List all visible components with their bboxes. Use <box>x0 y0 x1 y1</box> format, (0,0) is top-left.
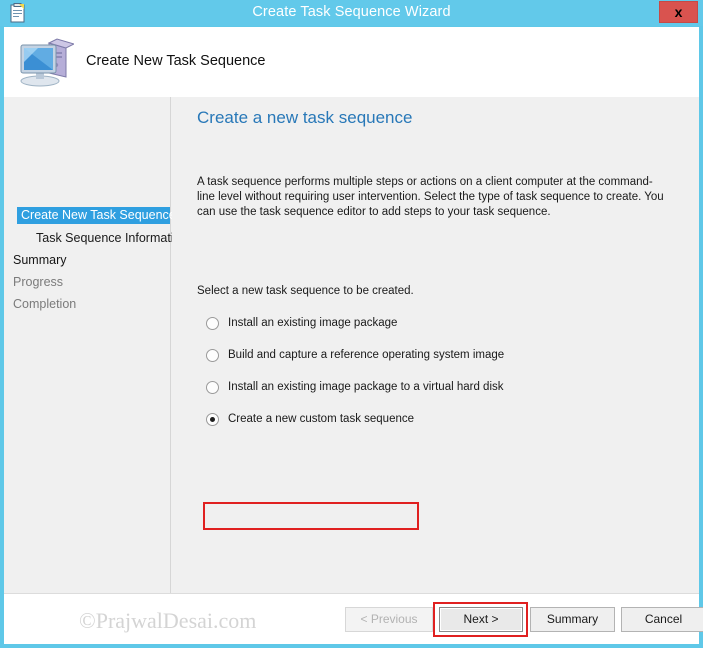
create-task-sequence-wizard-window: Create Task Sequence Wizard x Create New… <box>0 0 703 648</box>
sidebar-item-completion[interactable]: Completion <box>13 297 76 311</box>
sidebar-item-task-sequence-information[interactable]: Task Sequence Informati <box>36 231 174 245</box>
window-title: Create Task Sequence Wizard <box>252 4 451 20</box>
radio-label: Install an existing image package <box>228 317 398 329</box>
sidebar-item-create-new-task-sequence[interactable]: Create New Task Sequence <box>17 207 176 224</box>
next-button[interactable]: Next > <box>439 607 523 632</box>
header-title: Create New Task Sequence <box>86 53 266 69</box>
select-prompt-label: Select a new task sequence to be created… <box>197 285 414 297</box>
wizard-step-sidebar: Create New Task Sequence Task Sequence I… <box>4 97 176 644</box>
radio-build-and-capture-reference-image[interactable]: Build and capture a reference operating … <box>206 345 504 365</box>
radio-mark-icon <box>206 412 219 426</box>
wizard-header: Create New Task Sequence <box>4 27 699 97</box>
radio-create-new-custom-task-sequence[interactable]: Create a new custom task sequence <box>206 409 414 429</box>
watermark: ©PrajwalDesai.com <box>79 608 257 633</box>
radio-install-existing-image-package[interactable]: Install an existing image package <box>206 313 397 333</box>
title-bar: Create Task Sequence Wizard x <box>0 0 703 26</box>
radio-label: Create a new custom task sequence <box>228 413 415 425</box>
wizard-body: Create New Task Sequence Task Sequence I… <box>4 97 703 644</box>
cancel-button[interactable]: Cancel <box>621 607 703 632</box>
computer-icon <box>18 35 76 89</box>
radio-label: Install an existing image package to a v… <box>228 381 504 393</box>
radio-mark-icon <box>206 380 219 394</box>
close-icon[interactable]: x <box>659 1 698 23</box>
summary-button[interactable]: Summary <box>530 607 615 632</box>
wizard-main-pane: Create a new task sequence A task sequen… <box>172 97 699 644</box>
sidebar-item-summary[interactable]: Summary <box>13 253 66 267</box>
radio-install-image-to-virtual-hard-disk[interactable]: Install an existing image package to a v… <box>206 377 504 397</box>
radio-mark-icon <box>206 316 219 330</box>
radio-mark-icon <box>206 348 219 362</box>
page-description: A task sequence performs multiple steps … <box>197 176 664 218</box>
previous-button[interactable]: < Previous <box>345 607 433 632</box>
wizard-footer: ©PrajwalDesai.com < Previous Next > Summ… <box>4 593 703 644</box>
page-title: Create a new task sequence <box>197 108 413 127</box>
radio-label: Build and capture a reference operating … <box>228 349 505 361</box>
sidebar-item-progress[interactable]: Progress <box>13 275 63 289</box>
